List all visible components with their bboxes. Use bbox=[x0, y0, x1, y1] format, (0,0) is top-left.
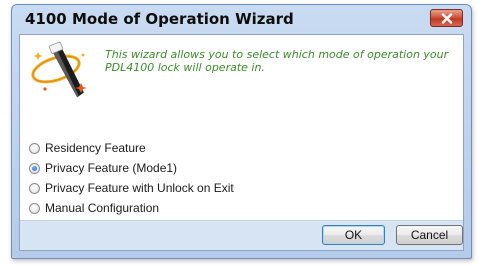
option-manual-configuration[interactable]: Manual Configuration bbox=[29, 198, 234, 218]
mode-options: Residency Feature Privacy Feature (Mode1… bbox=[29, 138, 234, 218]
radio-privacy-feature-unlock-on-exit[interactable] bbox=[29, 182, 40, 194]
dialog-content: This wizard allows you to select which m… bbox=[19, 34, 464, 251]
option-label[interactable]: Residency Feature bbox=[45, 141, 146, 155]
close-x-icon bbox=[441, 12, 452, 24]
magic-wand-icon bbox=[23, 39, 95, 107]
option-label[interactable]: Privacy Feature with Unlock on Exit bbox=[45, 181, 234, 195]
radio-manual-configuration[interactable] bbox=[29, 202, 40, 214]
option-residency-feature[interactable]: Residency Feature bbox=[29, 138, 234, 158]
option-label[interactable]: Privacy Feature (Mode1) bbox=[45, 161, 177, 175]
wizard-dialog: 4100 Mode of Operation Wizard This wizar… bbox=[11, 4, 472, 259]
option-label[interactable]: Manual Configuration bbox=[45, 201, 159, 215]
window-title: 4100 Mode of Operation Wizard bbox=[25, 10, 294, 28]
close-button[interactable] bbox=[430, 9, 463, 27]
ok-button[interactable]: OK bbox=[322, 225, 385, 245]
cancel-button[interactable]: Cancel bbox=[396, 225, 463, 245]
radio-privacy-feature-mode1[interactable] bbox=[29, 162, 40, 174]
button-bar: OK Cancel bbox=[20, 220, 463, 250]
option-privacy-feature-unlock-on-exit[interactable]: Privacy Feature with Unlock on Exit bbox=[29, 178, 234, 198]
wizard-description: This wizard allows you to select which m… bbox=[105, 48, 449, 74]
option-privacy-feature-mode1[interactable]: Privacy Feature (Mode1) bbox=[29, 158, 234, 178]
title-bar[interactable]: 4100 Mode of Operation Wizard bbox=[12, 5, 471, 33]
radio-residency-feature[interactable] bbox=[29, 142, 40, 154]
